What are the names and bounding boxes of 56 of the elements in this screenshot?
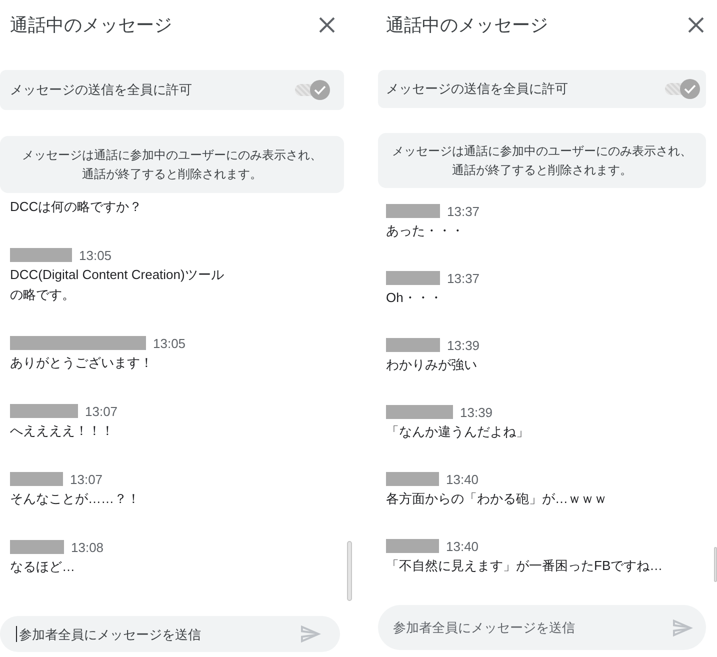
redaction-bar (386, 472, 439, 486)
close-icon (688, 17, 704, 33)
message-text: Oh・・・ (386, 289, 442, 307)
text-cursor (16, 626, 17, 642)
send-button[interactable] (300, 623, 322, 645)
info-notice: メッセージは通話に参加中のユーザーにのみ表示され、通話が終了すると削除されます。 (378, 133, 706, 188)
message-time: 13:39 (447, 338, 480, 352)
check-icon (684, 84, 696, 94)
redaction-bar (386, 271, 440, 285)
scrollbar-thumb[interactable] (714, 547, 717, 582)
redaction-bar (386, 204, 440, 218)
message-time: 13:39 (460, 404, 493, 420)
message-time: 13:08 (71, 540, 104, 554)
send-icon (301, 625, 321, 643)
message-time: 13:37 (447, 204, 480, 218)
message-time: 13:07 (70, 472, 103, 486)
check-icon (314, 85, 326, 95)
redaction-bar (10, 248, 72, 262)
redaction-bar (386, 405, 453, 419)
message-time: 13:05 (153, 336, 186, 350)
message-text: DCCは何の略ですか？ (10, 198, 142, 216)
panel-title: 通話中のメッセージ (10, 14, 172, 37)
redaction-bar (386, 338, 440, 352)
toggle-switch[interactable] (664, 79, 700, 99)
message-time: 13:40 (446, 472, 479, 486)
redaction-bar (10, 404, 78, 418)
message-time: 13:40 (446, 538, 479, 554)
message-text: あった・・・ (386, 222, 464, 240)
message-input-field[interactable]: 参加者全員にメッセージを送信 (0, 616, 340, 652)
message-text: 「不自然に見えます」が一番困ったFBですね… (386, 557, 663, 575)
message-text: わかりみが強い (386, 356, 477, 374)
redaction-bar (10, 540, 64, 554)
close-button[interactable] (687, 16, 705, 34)
message-input-field[interactable]: 参加者全員にメッセージを送信 (378, 605, 706, 650)
message-text: なるほど… (10, 558, 75, 576)
message-text: そんなことが……？！ (10, 490, 140, 508)
message-time: 13:05 (79, 248, 112, 262)
setting-label: メッセージの送信を全員に許可 (386, 80, 568, 98)
setting-label: メッセージの送信を全員に許可 (10, 81, 192, 99)
redaction-bar (386, 539, 439, 553)
message-text: DCC(Digital Content Creation)ツールの略です。 (10, 266, 225, 304)
redaction-bar (10, 472, 63, 486)
toggle-switch[interactable] (294, 80, 330, 100)
info-notice: メッセージは通話に参加中のユーザーにのみ表示され、通話が終了すると削除されます。 (0, 136, 344, 193)
close-button[interactable] (318, 16, 336, 34)
message-time: 13:37 (447, 270, 480, 286)
close-icon (319, 17, 335, 33)
message-time: 13:07 (85, 404, 118, 418)
send-icon (673, 618, 693, 636)
message-text: 「なんか違うんだよね」 (386, 423, 529, 441)
send-button[interactable] (672, 616, 694, 638)
message-text: ありがとうございます！ (10, 354, 153, 372)
message-text: へええええ！！！ (10, 422, 114, 440)
scrollbar-thumb[interactable] (347, 541, 352, 601)
message-text: 各方面からの「わかる砲」が…ｗｗｗ (386, 490, 607, 508)
panel-title: 通話中のメッセージ (386, 14, 548, 37)
